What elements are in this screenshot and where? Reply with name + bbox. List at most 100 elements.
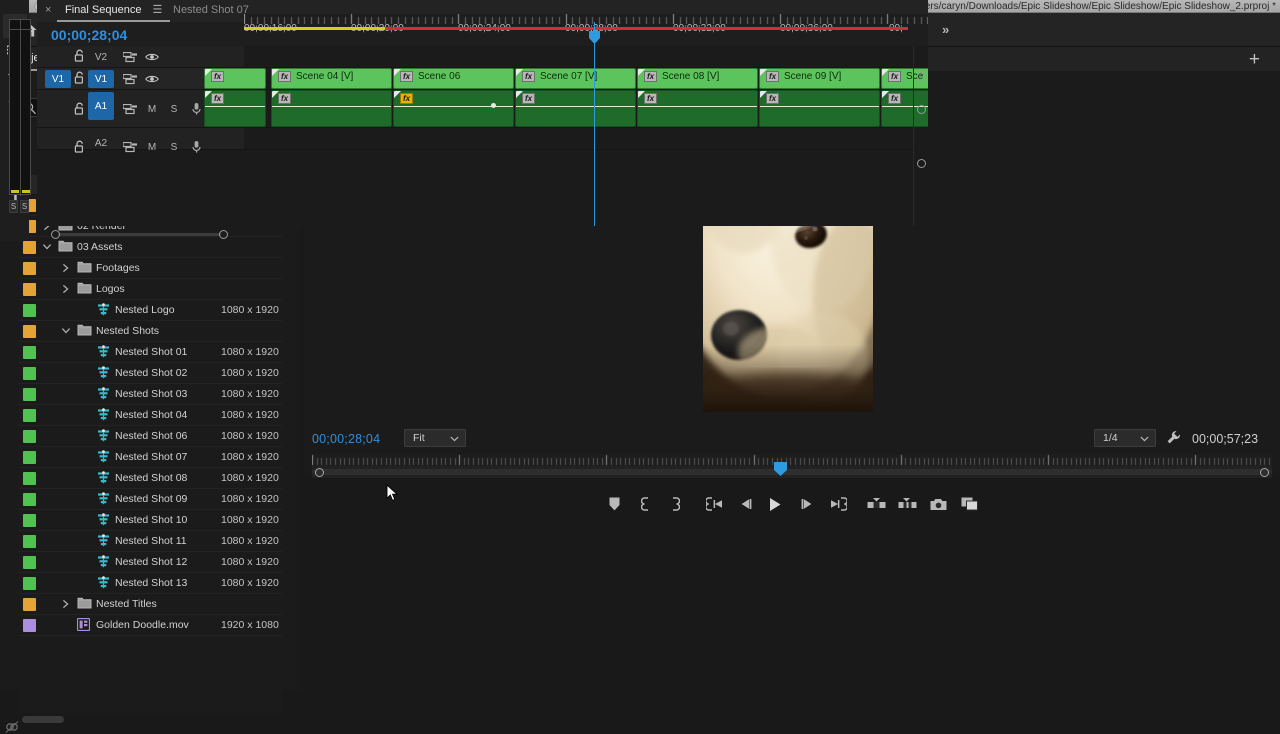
fx-badge-icon[interactable]: fx bbox=[400, 93, 413, 104]
timeline-clip-audio[interactable]: fx bbox=[759, 90, 880, 127]
hamburger-icon[interactable]: ☰ bbox=[153, 4, 163, 16]
timeline-clip-video[interactable]: fx bbox=[204, 68, 266, 89]
track-lock-icon[interactable] bbox=[74, 49, 85, 62]
project-list-item[interactable]: Nested Shot 121080 x 1920 ( bbox=[18, 552, 282, 573]
timeline-tracks[interactable]: V2V1V1fxfxScene 04 [V]fxScene 06fxScene … bbox=[37, 46, 928, 226]
project-list-item[interactable]: Nested Shot 131080 x 1920 ( bbox=[18, 573, 282, 594]
scroll-track[interactable] bbox=[58, 233, 221, 236]
track-toggles[interactable]: MS bbox=[119, 138, 207, 156]
mark-in-button[interactable] bbox=[633, 491, 659, 517]
zoom-level-select[interactable]: Fit bbox=[404, 429, 466, 447]
fx-badge-icon[interactable]: fx bbox=[211, 93, 224, 104]
project-list-item[interactable]: Nested Shot 041080 x 1920 ( bbox=[18, 405, 282, 426]
timeline-current-timecode[interactable]: 00;00;28;04 bbox=[51, 27, 127, 43]
audio-keyframe-dot[interactable] bbox=[491, 103, 496, 108]
scroll-handle-mid[interactable] bbox=[917, 105, 926, 114]
timeline-clip-audio[interactable]: fx bbox=[515, 90, 636, 127]
project-list-item[interactable]: Golden Doodle.mov1920 x 1080 ( bbox=[18, 615, 282, 636]
track-lock-icon[interactable] bbox=[74, 140, 85, 153]
extract-button[interactable] bbox=[894, 491, 920, 517]
audio-volume-line[interactable] bbox=[638, 106, 757, 107]
timeline-clip-audio[interactable]: fx bbox=[271, 90, 392, 127]
workspace-overflow-button[interactable]: » bbox=[930, 13, 961, 47]
fx-badge-icon[interactable]: fx bbox=[644, 71, 657, 82]
close-icon[interactable]: × bbox=[45, 4, 51, 16]
project-item-list[interactable]: 01 Edit02 Render03 AssetsFootagesLogosNe… bbox=[18, 195, 282, 713]
timeline-clip-video[interactable]: fxScene 08 [V] bbox=[637, 68, 758, 89]
program-current-timecode[interactable]: 00;00;28;04 bbox=[312, 432, 380, 446]
step-back-button[interactable] bbox=[733, 491, 759, 517]
audio-volume-line[interactable] bbox=[516, 106, 635, 107]
eye-icon[interactable] bbox=[141, 48, 163, 66]
disclosure-collapsed-icon[interactable] bbox=[61, 284, 70, 294]
timeline-playhead[interactable] bbox=[594, 22, 595, 226]
project-list-item[interactable]: Footages bbox=[18, 258, 282, 279]
timeline-ruler-ticks[interactable] bbox=[244, 14, 928, 24]
playhead-handle[interactable] bbox=[589, 31, 600, 44]
project-list-item[interactable]: Nested Shot 031080 x 1920 ( bbox=[18, 384, 282, 405]
project-list-item[interactable]: Nested Shot 071080 x 1920 ( bbox=[18, 447, 282, 468]
track-name-v1[interactable]: V1 bbox=[88, 70, 114, 88]
project-list-item[interactable]: Nested Logo1080 x 1920 ( bbox=[18, 300, 282, 321]
timeline-clip-video[interactable]: fxScene 07 [V] bbox=[515, 68, 636, 89]
timeline-clip-video[interactable]: fxScene 06 bbox=[393, 68, 514, 89]
project-list-item[interactable]: Nested Shot 101080 x 1920 ( bbox=[18, 510, 282, 531]
timeline-clip-audio[interactable]: fx bbox=[637, 90, 758, 127]
track-target-icon[interactable] bbox=[119, 138, 141, 156]
comparison-view-button[interactable] bbox=[956, 491, 982, 517]
audio-meter-solo-row[interactable]: S S bbox=[9, 200, 31, 214]
scroll-handle-right[interactable] bbox=[1260, 468, 1269, 477]
scroll-handle-right[interactable] bbox=[219, 230, 228, 239]
track-target-icon[interactable] bbox=[119, 100, 141, 118]
disclosure-collapsed-icon[interactable] bbox=[61, 263, 70, 273]
project-list-item[interactable]: Nested Shot 111080 x 1920 ( bbox=[18, 531, 282, 552]
fx-badge-icon[interactable]: fx bbox=[766, 71, 779, 82]
fx-badge-icon[interactable]: fx bbox=[400, 71, 413, 82]
scroll-handle-bottom[interactable] bbox=[917, 159, 926, 168]
track-name-a2[interactable]: A2 bbox=[88, 134, 114, 152]
track-lane-a1[interactable]: fxfxfxfxfxfxfx bbox=[244, 90, 913, 128]
fx-badge-icon[interactable]: fx bbox=[522, 93, 535, 104]
fx-badge-icon[interactable]: fx bbox=[888, 93, 901, 104]
fx-badge-icon[interactable]: fx bbox=[278, 93, 291, 104]
timeline-clip-audio[interactable]: fx bbox=[393, 90, 514, 127]
fx-badge-icon[interactable]: fx bbox=[888, 71, 901, 82]
track-lane-v2[interactable] bbox=[244, 46, 913, 68]
project-list-item[interactable]: Nested Shot 021080 x 1920 ( bbox=[18, 363, 282, 384]
track-lock-icon[interactable] bbox=[74, 102, 85, 115]
track-toggles[interactable]: MS bbox=[119, 100, 207, 118]
timeline-horizontal-scrollbar[interactable] bbox=[51, 230, 228, 239]
fx-badge-icon[interactable]: fx bbox=[766, 93, 779, 104]
track-header-a2[interactable]: A2MS bbox=[37, 128, 244, 150]
track-target-icon[interactable] bbox=[119, 48, 141, 66]
audio-meter-bars[interactable] bbox=[9, 19, 31, 195]
solo-track-button[interactable]: S bbox=[163, 100, 185, 118]
tab-nested-shot-07[interactable]: Nested Shot 07 bbox=[173, 0, 249, 22]
fx-badge-icon[interactable]: fx bbox=[211, 71, 224, 82]
project-horizontal-scrollbar[interactable] bbox=[22, 716, 64, 723]
disclosure-expanded-icon[interactable] bbox=[61, 326, 71, 335]
scroll-thumb[interactable] bbox=[312, 469, 1272, 475]
mark-out-button[interactable] bbox=[661, 491, 687, 517]
track-header-v2[interactable]: V2 bbox=[37, 46, 244, 68]
scroll-handle-left[interactable] bbox=[51, 230, 60, 239]
program-time-ruler[interactable] bbox=[312, 454, 1272, 466]
solo-track-button[interactable]: S bbox=[163, 138, 185, 156]
wrench-icon[interactable] bbox=[1166, 430, 1181, 445]
solo-button-right[interactable]: S bbox=[20, 200, 29, 213]
step-forward-button[interactable] bbox=[794, 491, 820, 517]
go-to-out-button[interactable] bbox=[825, 491, 851, 517]
track-name-a1[interactable]: A1 bbox=[88, 92, 114, 120]
mic-icon[interactable] bbox=[185, 138, 207, 156]
track-lane-a2[interactable] bbox=[244, 128, 913, 150]
track-target-icon[interactable] bbox=[119, 70, 141, 88]
add-marker-button[interactable] bbox=[601, 491, 627, 517]
eye-icon[interactable] bbox=[141, 70, 163, 88]
project-list-item[interactable]: Nested Titles bbox=[18, 594, 282, 615]
track-name-v2[interactable]: V2 bbox=[88, 48, 114, 66]
track-lane-v1[interactable]: fxfxScene 04 [V]fxScene 06fxScene 07 [V]… bbox=[244, 68, 913, 90]
source-patch-v1[interactable]: V1 bbox=[45, 70, 71, 88]
solo-button-left[interactable]: S bbox=[9, 200, 18, 213]
playback-resolution-select[interactable]: 1/4 bbox=[1094, 429, 1156, 447]
scroll-handle-top[interactable] bbox=[917, 72, 926, 81]
